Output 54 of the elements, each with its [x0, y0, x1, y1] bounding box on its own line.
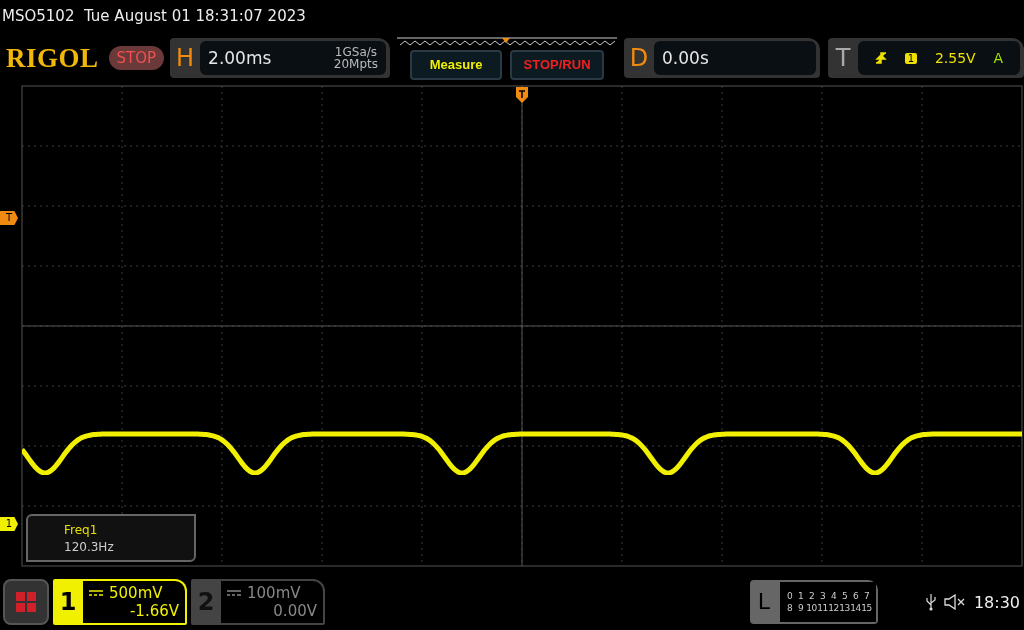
memory-depth: 20Mpts: [333, 58, 379, 70]
trigger-mode: A: [993, 50, 1004, 66]
logic-channel-number: 7: [862, 591, 871, 601]
channel-offset: -1.66V: [129, 602, 179, 620]
usb-icon: [925, 593, 936, 611]
window-title: MSO5102 Tue August 01 18:31:07 2023: [1, 6, 307, 27]
trigger-level-marker[interactable]: T: [0, 211, 18, 225]
delay-panel[interactable]: D 0.00s: [624, 38, 820, 78]
logic-label: L: [756, 588, 772, 616]
logic-channel-number: 3: [818, 591, 827, 601]
measure-button[interactable]: Measure: [410, 49, 503, 80]
channel-scale: 100mV: [247, 584, 301, 602]
logic-channel-number: 8: [785, 603, 794, 613]
channel-marker[interactable]: 1: [0, 517, 18, 531]
measurement-name: Freq1: [64, 522, 99, 537]
logic-channel-number: 4: [829, 591, 838, 601]
grid-icon: [16, 592, 36, 612]
sample-rate: 1GSa/s: [334, 46, 378, 58]
stop-run-button[interactable]: STOP/RUN: [510, 49, 605, 80]
menu-button[interactable]: [3, 579, 49, 625]
logic-channel-number: 5: [840, 591, 849, 601]
channel-scale: 500mV: [109, 584, 163, 602]
trigger-source-badge: 1: [904, 52, 918, 64]
clock-time: 18:30: [973, 592, 1020, 612]
horizontal-panel[interactable]: H 2.00ms 1GSa/s 20Mpts: [170, 38, 391, 78]
logic-channel-number: 9: [796, 603, 805, 613]
channel-number: 1: [58, 587, 78, 618]
trigger-position-marker-icon[interactable]: [516, 87, 528, 103]
logic-channel-number: 6: [851, 591, 860, 601]
measurement-value: 120.3Hz: [64, 539, 115, 554]
logic-channel-number: 0: [785, 591, 794, 601]
trigger-panel[interactable]: T 1 2.55V A: [828, 38, 1024, 78]
delay-label: D: [628, 44, 650, 72]
logic-panel[interactable]: L 0 1 2 3 4 5 6 7 8 9 101112131415: [750, 580, 878, 624]
trigger-level: 2.55V: [934, 50, 976, 66]
dc-coupling-icon: [227, 590, 241, 596]
logic-channel-number: 14: [850, 603, 861, 613]
channel-offset: 0.00V: [273, 602, 317, 620]
logic-channel-number: 13: [839, 603, 850, 613]
logic-channel-number: 15: [861, 603, 872, 613]
logic-channel-number: 1: [796, 591, 805, 601]
delay-value: 0.00s: [662, 48, 709, 68]
horizontal-label: H: [175, 44, 196, 72]
trigger-label: T: [834, 44, 852, 72]
channel-panel[interactable]: 1 500mV -1.66V: [53, 579, 187, 625]
timebase-value: 2.00ms: [208, 48, 272, 68]
logic-channel-number: 2: [807, 591, 816, 601]
logic-channel-number: 10: [806, 603, 817, 613]
dc-coupling-icon: [89, 590, 103, 596]
waveform-overview-icon: [396, 36, 619, 47]
logic-channel-number: 11: [817, 603, 828, 613]
logic-channel-number: 12: [828, 603, 839, 613]
brand-logo: RIGOL: [6, 42, 99, 74]
speaker-muted-icon[interactable]: [943, 594, 966, 610]
